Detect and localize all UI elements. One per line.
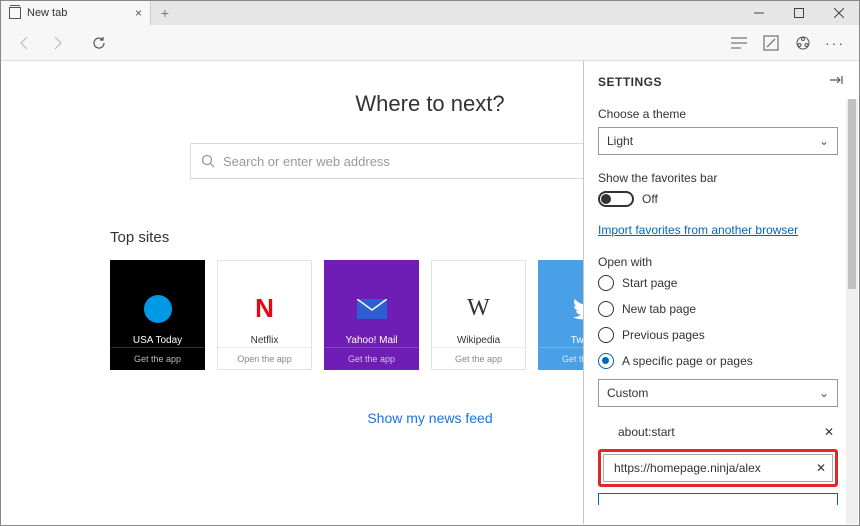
tile-name: Netflix [247, 335, 283, 346]
radio-icon [598, 301, 614, 317]
show-feed-link[interactable]: Show my news feed [367, 410, 492, 426]
highlighted-url-entry: https://homepage.ninja/alex ✕ [598, 449, 838, 487]
radio-specific-page[interactable]: A specific page or pages [598, 353, 838, 369]
chevron-down-icon: ⌄ [819, 134, 829, 148]
radio-icon [598, 353, 614, 369]
usa-today-icon [140, 291, 176, 327]
refresh-button[interactable] [83, 27, 115, 59]
favorites-toggle-state: Off [642, 192, 658, 206]
note-icon[interactable] [755, 27, 787, 59]
tile-wikipedia[interactable]: W Wikipedia Get the app [431, 260, 526, 370]
tile-netflix[interactable]: N Netflix Open the app [217, 260, 312, 370]
scrollbar[interactable] [846, 99, 858, 524]
tab-title: New tab [27, 7, 67, 19]
scrollbar-thumb[interactable] [848, 99, 856, 289]
window-titlebar: New tab × + [1, 1, 859, 25]
reading-view-icon[interactable] [723, 27, 755, 59]
theme-value: Light [607, 134, 633, 148]
open-with-label: Open with [598, 255, 838, 269]
open-with-select[interactable]: Custom ⌄ [598, 379, 838, 407]
import-favorites-link[interactable]: Import favorites from another browser [598, 223, 838, 237]
settings-panel: SETTINGS Choose a theme Light ⌄ Show the… [583, 61, 858, 524]
tile-usa-today[interactable]: USA Today Get the app [110, 260, 205, 370]
add-url-input[interactable] [598, 493, 838, 505]
settings-title: SETTINGS [598, 75, 662, 89]
radio-icon [598, 275, 614, 291]
search-icon [201, 154, 215, 168]
search-placeholder: Search or enter web address [223, 154, 390, 169]
browser-toolbar: ··· [1, 25, 859, 61]
remove-url-icon[interactable]: ✕ [824, 425, 834, 439]
wikipedia-icon: W [461, 291, 497, 327]
forward-button[interactable] [41, 27, 73, 59]
url-entry-custom[interactable]: https://homepage.ninja/alex ✕ [603, 454, 833, 482]
radio-label: Start page [622, 276, 677, 290]
minimize-button[interactable] [739, 1, 779, 25]
url-entry-about-start: about:start ✕ [598, 421, 838, 443]
mail-icon [354, 291, 390, 327]
radio-icon [598, 327, 614, 343]
window-controls [739, 1, 859, 25]
radio-previous-pages[interactable]: Previous pages [598, 327, 838, 343]
radio-start-page[interactable]: Start page [598, 275, 838, 291]
tile-name: Yahoo! Mail [341, 335, 401, 346]
remove-url-icon[interactable]: ✕ [816, 461, 826, 475]
radio-label: A specific page or pages [622, 354, 753, 368]
tile-footer: Get the app [111, 347, 204, 369]
radio-label: New tab page [622, 302, 696, 316]
back-button[interactable] [9, 27, 41, 59]
url-text: https://homepage.ninja/alex [614, 461, 761, 475]
chevron-down-icon: ⌄ [819, 386, 829, 400]
share-icon[interactable] [787, 27, 819, 59]
favorites-toggle[interactable] [598, 191, 634, 207]
pin-icon[interactable] [830, 73, 844, 91]
tile-footer: Get the app [432, 347, 525, 369]
netflix-icon: N [247, 291, 283, 327]
settings-header: SETTINGS [598, 73, 844, 91]
close-window-button[interactable] [819, 1, 859, 25]
more-icon[interactable]: ··· [819, 27, 851, 59]
radio-new-tab-page[interactable]: New tab page [598, 301, 838, 317]
theme-select[interactable]: Light ⌄ [598, 127, 838, 155]
tile-name: Wikipedia [453, 335, 504, 346]
new-tab-button[interactable]: + [151, 1, 179, 25]
open-with-select-value: Custom [607, 386, 648, 400]
close-tab-icon[interactable]: × [135, 6, 142, 20]
maximize-button[interactable] [779, 1, 819, 25]
page-icon [9, 7, 21, 19]
browser-tab[interactable]: New tab × [1, 1, 151, 25]
tile-footer: Open the app [218, 347, 311, 369]
url-text: about:start [618, 425, 675, 439]
tile-footer: Get the app [325, 347, 418, 369]
favorites-bar-label: Show the favorites bar [598, 171, 838, 185]
theme-label: Choose a theme [598, 107, 838, 121]
tile-yahoo-mail[interactable]: Yahoo! Mail Get the app [324, 260, 419, 370]
radio-label: Previous pages [622, 328, 705, 342]
tile-name: USA Today [129, 335, 186, 346]
